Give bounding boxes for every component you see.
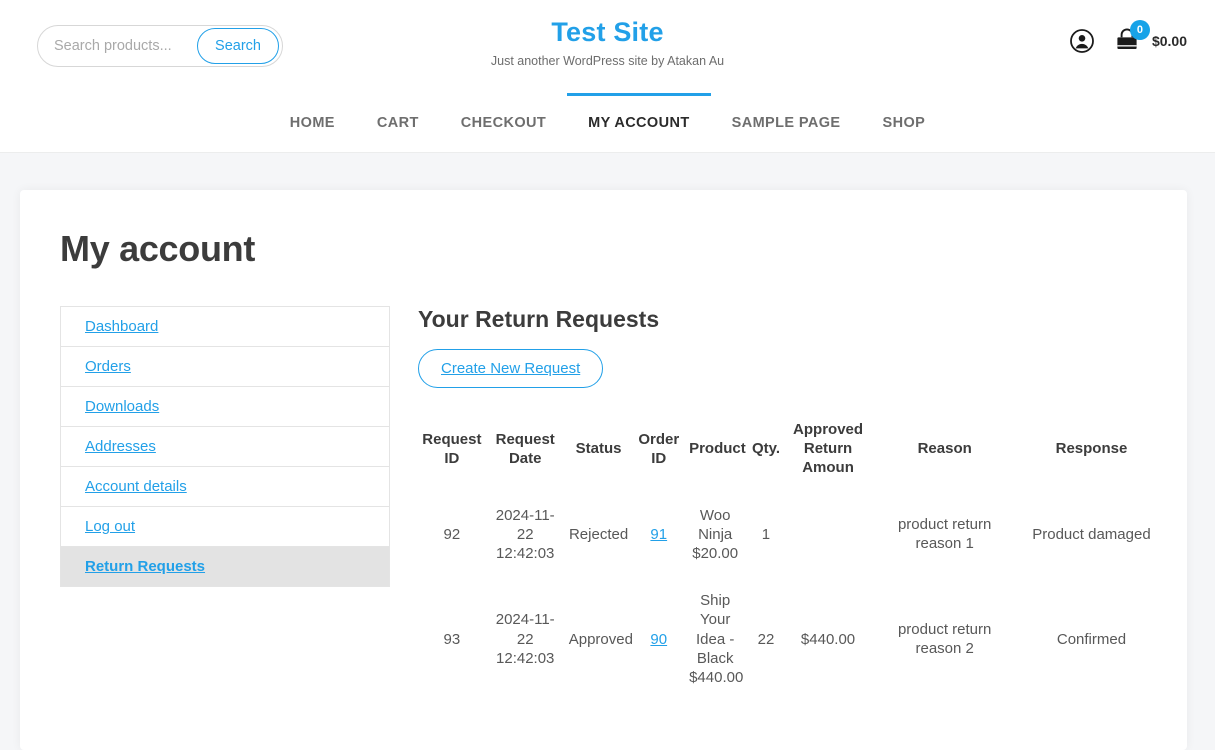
cell-approved-return-amount: $440.00	[800, 630, 856, 648]
table-row: 92 2024-11-22 12:42:03 Rejected 91 Woo N…	[418, 492, 1163, 578]
sidebar-item-addresses[interactable]: Addresses	[61, 427, 389, 467]
shopping-bag-icon: 0	[1113, 20, 1150, 56]
cell-reason: product return reason 2	[897, 620, 992, 658]
sidebar-item-label[interactable]: Return Requests	[85, 558, 205, 575]
nav-item-shop[interactable]: SHOP	[862, 93, 947, 152]
column-header-request-id: Request ID	[422, 430, 482, 467]
account-icon[interactable]	[1070, 29, 1094, 53]
sidebar-item-label[interactable]: Log out	[85, 518, 135, 535]
cell-response: Confirmed	[1056, 630, 1127, 648]
site-tagline: Just another WordPress site by Atakan Au	[490, 54, 725, 69]
primary-navigation: HOME CART CHECKOUT MY ACCOUNT SAMPLE PAG…	[0, 93, 1215, 153]
sidebar-item-downloads[interactable]: Downloads	[61, 387, 389, 427]
cell-qty: 22	[757, 630, 775, 648]
cell-response: Product damaged	[1032, 525, 1151, 543]
return-requests-table: Request ID Request Date Status Order ID …	[418, 414, 1163, 701]
column-header-product: Product	[689, 440, 746, 458]
page-title: My account	[60, 228, 256, 269]
cart-count-badge: 0	[1129, 20, 1150, 40]
column-header-request-date: Request Date	[495, 430, 555, 467]
sidebar-item-label[interactable]: Downloads	[85, 398, 159, 415]
table-header-row: Request ID Request Date Status Order ID …	[418, 414, 1163, 492]
column-header-order-id: Order ID	[638, 430, 680, 467]
sidebar-item-dashboard[interactable]: Dashboard	[61, 307, 389, 347]
create-new-request-button[interactable]: Create New Request	[418, 349, 604, 388]
column-header-reason: Reason	[917, 440, 972, 458]
cell-status: Rejected	[568, 525, 629, 543]
cell-product: Ship Your Idea - Black $440.00	[689, 592, 744, 686]
sidebar-item-label[interactable]: Account details	[85, 478, 187, 495]
cart-total: $0.00	[1151, 33, 1187, 49]
nav-item-checkout[interactable]: CHECKOUT	[440, 93, 567, 152]
column-header-response: Response	[1055, 440, 1128, 458]
nav-item-home[interactable]: HOME	[269, 93, 356, 152]
column-header-qty: Qty.	[751, 440, 780, 458]
sidebar-item-return-requests[interactable]: Return Requests	[61, 547, 389, 587]
section-title: Your Return Requests	[418, 306, 660, 332]
return-requests-panel: Your Return Requests Create New Request …	[390, 306, 1187, 701]
cell-request-date: 2024-11-22 12:42:03	[495, 611, 555, 667]
order-link[interactable]: 90	[650, 631, 667, 648]
sidebar-item-orders[interactable]: Orders	[61, 347, 389, 387]
cell-order-id: 91	[632, 492, 685, 578]
nav-item-my-account[interactable]: MY ACCOUNT	[567, 93, 712, 152]
sidebar-item-label[interactable]: Dashboard	[85, 318, 158, 335]
site-header: Search Test Site Just another WordPress …	[0, 0, 1215, 93]
sidebar-item-label[interactable]: Orders	[85, 358, 131, 375]
cell-approved-return-amount	[787, 492, 870, 578]
cell-order-id: 90	[632, 577, 685, 701]
cell-request-date: 2024-11-22 12:42:03	[495, 506, 555, 562]
account-navigation: Dashboard Orders Downloads Addresses Acc…	[60, 306, 390, 587]
cell-reason: product return reason 1	[897, 516, 992, 553]
cell-qty: 1	[761, 525, 771, 543]
sidebar-item-account-details[interactable]: Account details	[61, 467, 389, 507]
nav-item-cart[interactable]: CART	[356, 93, 440, 152]
order-link[interactable]: 91	[650, 526, 667, 543]
cell-status: Approved	[568, 630, 633, 648]
sidebar-item-log-out[interactable]: Log out	[61, 507, 389, 547]
cell-request-id: 93	[443, 630, 461, 648]
column-header-approved-return-amount: Approved Return Amoun	[793, 421, 864, 477]
table-row: 93 2024-11-22 12:42:03 Approved 90 Ship …	[418, 577, 1163, 701]
account-layout: Dashboard Orders Downloads Addresses Acc…	[20, 270, 1187, 701]
cell-product: Woo Ninja $20.00	[692, 506, 739, 562]
header-actions: 0 $0.00	[1070, 20, 1187, 56]
nav-item-sample-page[interactable]: SAMPLE PAGE	[711, 93, 862, 152]
account-page-card: My account Dashboard Orders Downloads Ad…	[20, 190, 1187, 750]
cell-request-id: 92	[443, 525, 461, 543]
column-header-status: Status	[575, 440, 622, 458]
site-title[interactable]: Test Site	[551, 16, 663, 48]
sidebar-item-label[interactable]: Addresses	[85, 438, 156, 455]
cart-link[interactable]: 0 $0.00	[1113, 20, 1187, 56]
